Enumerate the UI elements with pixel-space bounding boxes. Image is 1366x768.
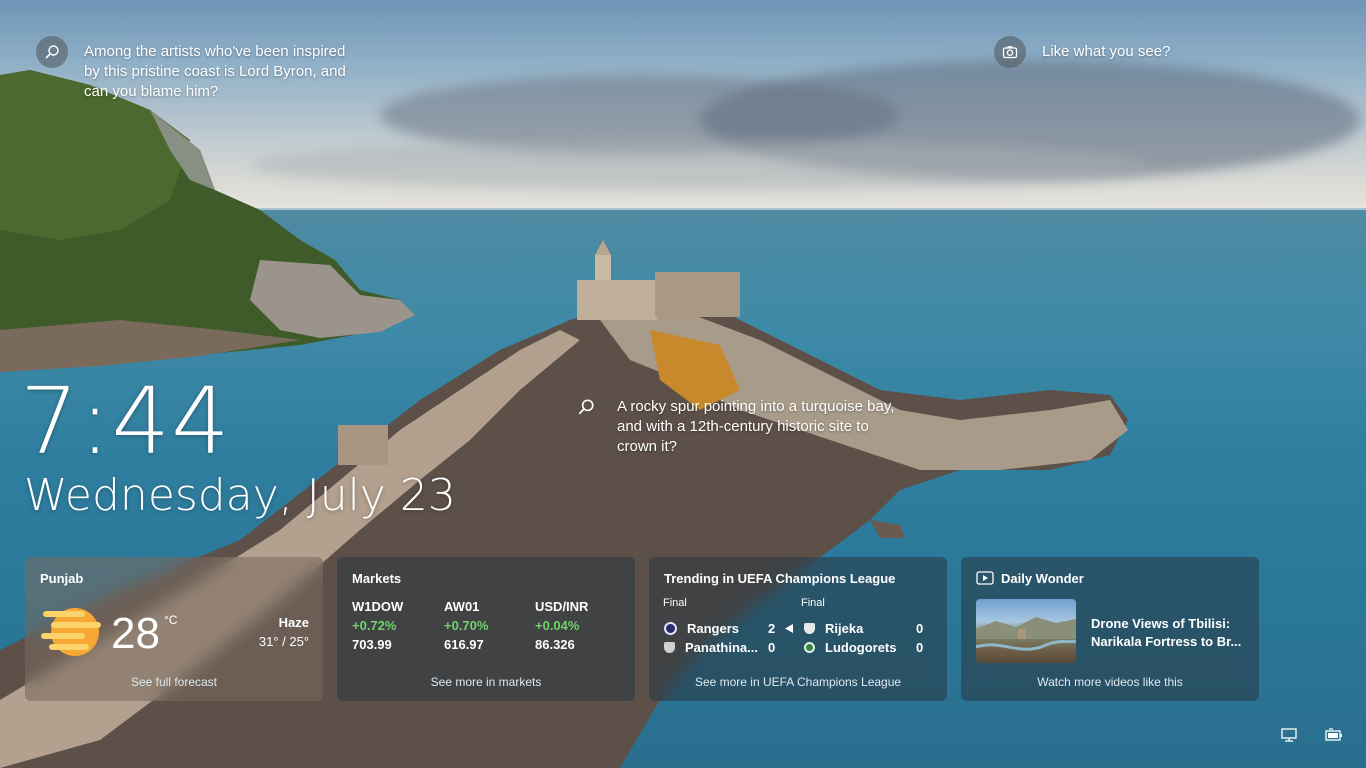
sports-card[interactable]: Trending in UEFA Champions League Final … [649, 557, 947, 701]
team-score: 0 [916, 621, 924, 636]
team-score: 0 [916, 640, 924, 655]
middle-hint[interactable]: A rocky spur pointing into a turquoise b… [617, 397, 902, 457]
market-change: +0.04% [535, 618, 580, 633]
weather-footer-link[interactable]: See full forecast [25, 675, 323, 689]
search-icon [45, 45, 59, 59]
market-change: +0.72% [352, 618, 397, 633]
top-left-hint[interactable]: Among the artists who've been inspired b… [84, 42, 359, 102]
team-score: 0 [768, 640, 776, 655]
winner-arrow-icon [785, 624, 793, 633]
market-name: W1DOW [352, 599, 404, 614]
markets-title: Markets [352, 571, 402, 586]
video-icon [976, 571, 994, 585]
wonder-headline[interactable]: Drone Views of Tbilisi: Narikala Fortres… [1091, 615, 1241, 651]
market-change: +0.70% [444, 618, 489, 633]
market-value: 86.326 [535, 637, 575, 652]
top-right-hint[interactable]: Like what you see? [1042, 42, 1170, 62]
clock-date: Wednesday, July 23 [24, 470, 456, 521]
team-logo-icon [664, 622, 677, 635]
team-row: Panathina... [664, 640, 758, 655]
markets-card[interactable]: Markets W1DOW +0.72% 703.99 AW01 +0.70% … [337, 557, 635, 701]
market-item[interactable]: W1DOW +0.72% 703.99 [352, 597, 403, 654]
sports-title: Trending in UEFA Champions League [664, 571, 896, 586]
market-item[interactable]: USD/INR +0.04% 86.326 [535, 597, 588, 654]
middle-search-icon[interactable] [577, 398, 595, 416]
team-logo-icon [664, 642, 675, 653]
match-status: Final [801, 597, 825, 609]
sports-footer-link[interactable]: See more in UEFA Champions League [649, 675, 947, 689]
haze-sun-icon [41, 608, 101, 656]
market-item[interactable]: AW01 +0.70% 616.97 [444, 597, 488, 654]
team-row: Rangers [664, 621, 739, 636]
clock-time: 7:44 [20, 368, 231, 475]
wonder-headline-line: Narikala Fortress to Br... [1091, 634, 1242, 649]
weather-card[interactable]: Punjab 28 °C Haze 31° / 25° See full for… [25, 557, 323, 701]
market-value: 616.97 [444, 637, 484, 652]
team-name: Rangers [687, 621, 740, 636]
wonder-headline-line: Drone Views of Tbilisi: [1091, 616, 1231, 631]
team-name: Panathina... [685, 640, 758, 655]
search-icon [578, 399, 594, 415]
market-name: AW01 [444, 599, 480, 614]
team-logo-icon [804, 642, 815, 653]
weather-location: Punjab [40, 571, 84, 586]
search-hint-button[interactable] [36, 36, 68, 68]
battery-icon[interactable] [1325, 728, 1343, 742]
team-logo-icon [804, 623, 815, 634]
camera-icon [1002, 46, 1018, 59]
weather-temp: 28 [111, 609, 160, 658]
camera-hint-button[interactable] [994, 36, 1026, 68]
daily-wonder-card[interactable]: Daily Wonder Drone Views of Tbilisi: Nar… [961, 557, 1259, 701]
network-icon[interactable] [1281, 728, 1299, 742]
match-status: Final [663, 597, 687, 609]
wonder-thumbnail[interactable] [976, 599, 1076, 663]
market-value: 703.99 [352, 637, 392, 652]
weather-range: 31° / 25° [258, 634, 309, 649]
market-name: USD/INR [535, 599, 589, 614]
markets-footer-link[interactable]: See more in markets [337, 675, 635, 689]
wonder-footer-link[interactable]: Watch more videos like this [961, 675, 1259, 689]
team-row: Ludogorets [804, 640, 897, 655]
wonder-title: Daily Wonder [1001, 571, 1084, 586]
weather-condition: Haze [278, 615, 309, 630]
team-name: Ludogorets [825, 640, 897, 655]
team-score: 2 [768, 621, 776, 636]
team-row: Rijeka [804, 621, 863, 636]
team-name: Rijeka [825, 621, 864, 636]
weather-unit: °C [164, 613, 178, 627]
